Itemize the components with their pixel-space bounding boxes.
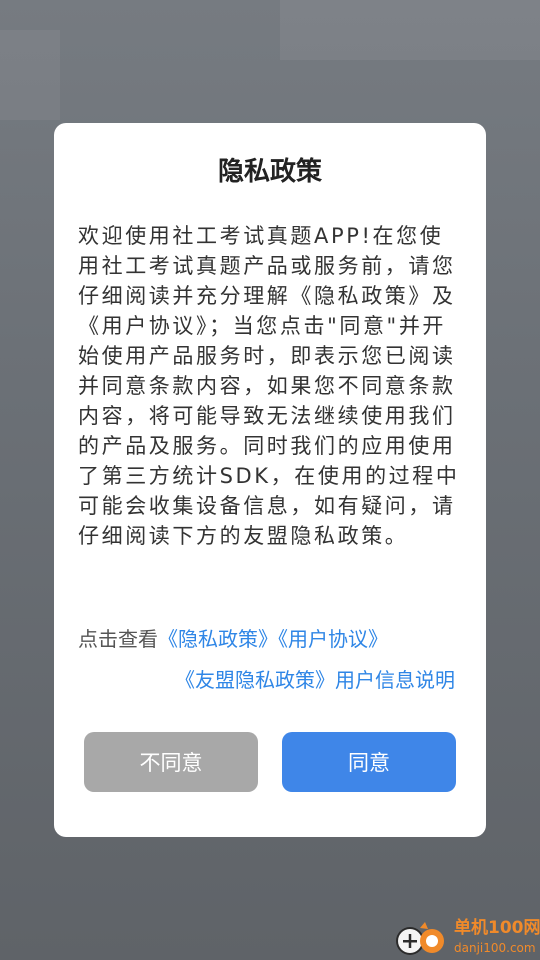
- app-screen: 隐私政策 欢迎使用社工考试真题APP!在您使用社工考试真题产品或服务前，请您仔细…: [0, 0, 540, 960]
- policy-links-row: 点击查看《隐私政策》《用户协议》: [78, 624, 388, 654]
- watermark-url: danji100.com: [454, 941, 536, 955]
- dialog-title: 隐私政策: [217, 157, 322, 187]
- watermark-logo-icon: [396, 922, 444, 955]
- privacy-policy-link[interactable]: 《隐私政策》: [158, 627, 278, 651]
- disagree-button[interactable]: 不同意: [84, 732, 258, 792]
- user-agreement-link[interactable]: 《用户协议》: [278, 627, 388, 651]
- watermark: 单机100网 danji100.com: [392, 915, 540, 960]
- links-prefix: 点击查看: [78, 627, 158, 651]
- dialog-body-text: 欢迎使用社工考试真题APP!在您使用社工考试真题产品或服务前，请您仔细阅读并充分…: [78, 224, 460, 548]
- umeng-privacy-link[interactable]: 《友盟隐私政策》: [175, 668, 335, 692]
- agree-button[interactable]: 同意: [282, 732, 456, 792]
- policy-links-row-2: 《友盟隐私政策》用户信息说明: [0, 665, 455, 695]
- watermark-name: 单机100网: [454, 918, 540, 938]
- background-panel: [280, 0, 540, 60]
- user-info-link[interactable]: 用户信息说明: [335, 668, 455, 692]
- background-panel: [0, 30, 60, 120]
